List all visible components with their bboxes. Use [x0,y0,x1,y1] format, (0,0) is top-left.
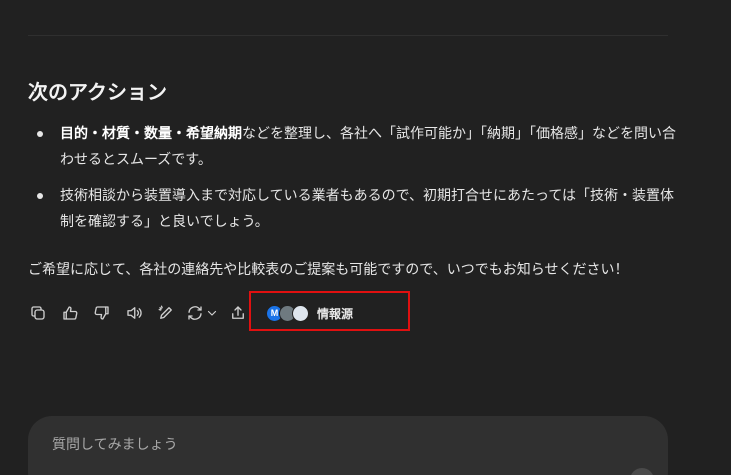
composer [28,416,668,475]
send-button[interactable] [630,468,654,475]
share-icon [232,306,244,319]
section-heading: 次のアクション [28,80,167,104]
source-favicons: M [266,304,309,322]
copy-button[interactable] [26,301,50,325]
edit-button[interactable] [154,301,178,325]
regenerate-icon [188,306,202,320]
chevron-down-icon [207,310,217,316]
list-item-bold: 目的・材質・数量・希望納期 [60,126,242,142]
prompt-input[interactable] [50,430,614,460]
action-list: 目的・材質・数量・希望納期などを整理し、各社へ「試作可能か」「納期」「価格感」な… [28,121,678,245]
read-aloud-button[interactable] [122,301,146,325]
list-item: 技術相談から装置導入まで対応している業者もあるので、初期打合せにあたっては「技術… [28,183,678,235]
bad-response-button[interactable] [90,301,114,325]
thumbs-down-icon [94,306,109,320]
edit-icon [158,305,172,319]
list-item-text: 技術相談から装置導入まで対応している業者もあるので、初期打合せにあたっては「技術… [60,188,675,230]
chat-page: 次のアクション 目的・材質・数量・希望納期などを整理し、各社へ「試作可能か」「納… [0,0,731,475]
message-actions-toolbar: M 情報源 [26,300,361,326]
source-favicon-globe [292,304,309,322]
closing-paragraph: ご希望に応じて、各社の連絡先や比較表のご提案も可能ですので、いつでもお知らせくだ… [28,262,629,278]
copy-icon [31,306,45,320]
sources-button[interactable]: M 情報源 [262,302,361,325]
share-button[interactable] [226,301,250,325]
thumbs-up-icon [63,306,78,320]
message-divider [28,35,668,36]
speaker-icon [127,307,142,319]
sources-label: 情報源 [317,306,354,321]
good-response-button[interactable] [58,301,82,325]
regenerate-button[interactable] [186,304,218,322]
list-item: 目的・材質・数量・希望納期などを整理し、各社へ「試作可能か」「納期」「価格感」な… [28,121,678,173]
